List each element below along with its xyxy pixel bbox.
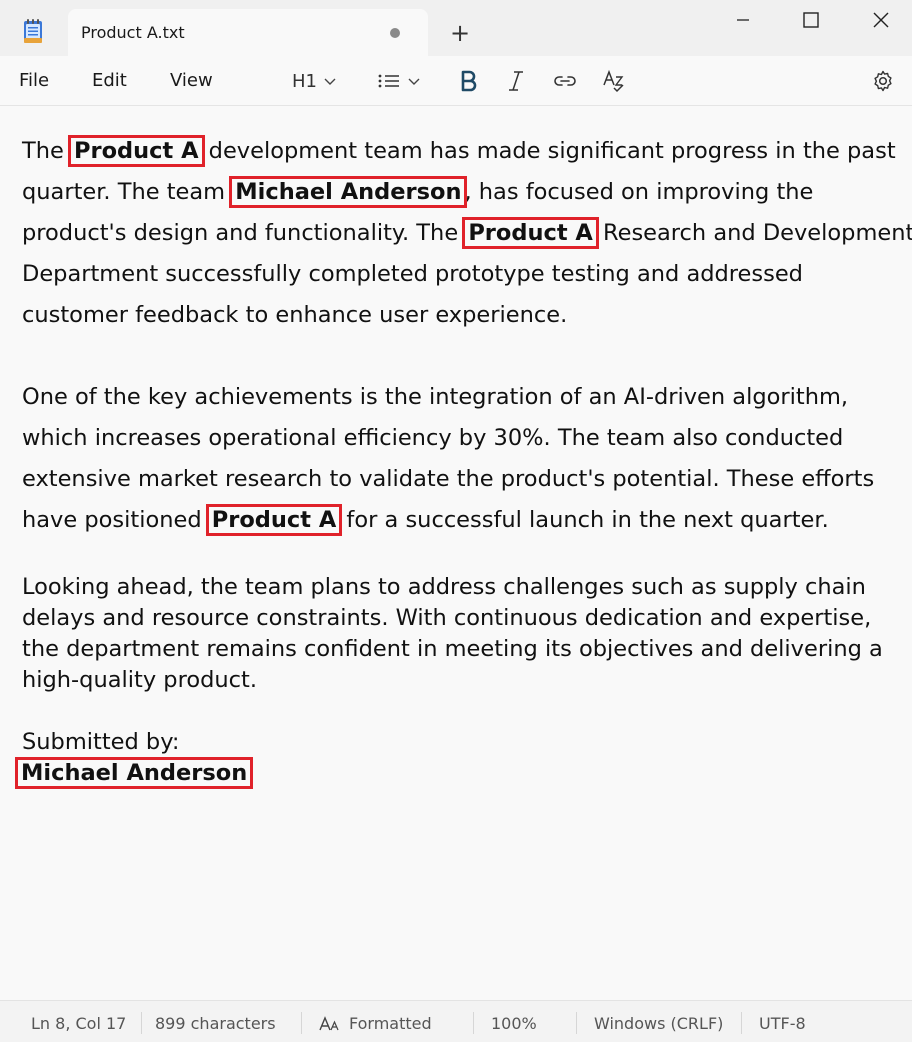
text-line: high-quality product. xyxy=(22,667,257,693)
status-divider xyxy=(141,1012,142,1034)
heading-label: H1 xyxy=(292,70,317,92)
highlighted-product-a: Product A xyxy=(462,217,599,249)
tab-title: Product A.txt xyxy=(81,23,185,42)
signoff-label: Submitted by: xyxy=(22,729,180,755)
text-line: extensive market research to validate th… xyxy=(22,466,875,492)
list-dropdown[interactable] xyxy=(377,66,421,96)
menu-bar: File Edit View H1 xyxy=(0,56,912,106)
menu-view[interactable]: View xyxy=(170,70,213,91)
zoom-level[interactable]: 100% xyxy=(491,1014,537,1033)
status-bar: Ln 8, Col 17 899 characters Formatted 10… xyxy=(0,1000,912,1042)
text-format-icon xyxy=(319,1015,339,1030)
bold-button[interactable] xyxy=(458,66,478,96)
menu-edit[interactable]: Edit xyxy=(92,70,127,91)
chevron-down-icon xyxy=(408,78,420,85)
highlighted-michael-anderson: Michael Anderson xyxy=(14,757,254,789)
status-divider xyxy=(301,1012,302,1034)
link-button[interactable] xyxy=(552,66,578,96)
tab-product-a[interactable]: Product A.txt xyxy=(68,9,428,56)
menu-file[interactable]: File xyxy=(19,70,49,91)
format-label: Formatted xyxy=(349,1014,432,1033)
title-bar: Product A.txt + xyxy=(0,0,912,56)
text-line: The Product A development team has made … xyxy=(22,135,896,167)
settings-button[interactable] xyxy=(871,66,895,96)
heading-dropdown[interactable]: H1 xyxy=(292,66,337,96)
text-line: One of the key achievements is the integ… xyxy=(22,384,849,410)
format-toggle[interactable]: Formatted xyxy=(319,1014,432,1033)
encoding[interactable]: UTF-8 xyxy=(759,1014,806,1033)
text-line: the department remains confident in meet… xyxy=(22,636,883,662)
spellcheck-icon xyxy=(603,69,624,93)
unsaved-dot-icon[interactable] xyxy=(390,28,400,38)
highlighted-product-a: Product A xyxy=(205,504,343,536)
status-divider xyxy=(473,1012,474,1034)
italic-icon xyxy=(509,71,523,91)
highlighted-michael-anderson: Michael Anderson xyxy=(229,176,468,208)
minimize-icon xyxy=(737,19,749,21)
bulleted-list-icon xyxy=(378,74,399,88)
highlighted-product-a: Product A xyxy=(68,135,205,167)
line-ending[interactable]: Windows (CRLF) xyxy=(594,1014,723,1033)
status-divider xyxy=(576,1012,577,1034)
new-tab-button[interactable]: + xyxy=(446,20,474,48)
maximize-button[interactable] xyxy=(779,0,843,40)
signoff-name: Michael Anderson xyxy=(14,757,254,789)
text-line: which increases operational efficiency b… xyxy=(22,425,844,451)
gear-icon xyxy=(874,70,892,92)
bold-icon xyxy=(461,70,477,92)
text-line: product's design and functionality. The … xyxy=(22,217,912,249)
status-divider xyxy=(741,1012,742,1034)
text-line: delays and resource constraints. With co… xyxy=(22,605,872,631)
link-icon xyxy=(554,76,576,86)
text-line: have positioned Product A for a successf… xyxy=(22,504,829,536)
close-icon xyxy=(873,12,889,28)
spellcheck-button[interactable] xyxy=(601,66,627,96)
character-count: 899 characters xyxy=(155,1014,276,1033)
italic-button[interactable] xyxy=(506,66,526,96)
text-line: Looking ahead, the team plans to address… xyxy=(22,574,866,600)
text-line: Department successfully completed protot… xyxy=(22,261,803,287)
cursor-position[interactable]: Ln 8, Col 17 xyxy=(31,1014,126,1033)
maximize-icon xyxy=(803,12,819,28)
close-button[interactable] xyxy=(849,0,912,40)
minimize-button[interactable] xyxy=(711,0,775,40)
text-line: quarter. The team Michael Anderson, has … xyxy=(22,176,814,208)
text-line: customer feedback to enhance user experi… xyxy=(22,302,568,328)
notepad-app-icon xyxy=(22,18,44,44)
chevron-down-icon xyxy=(324,78,336,85)
